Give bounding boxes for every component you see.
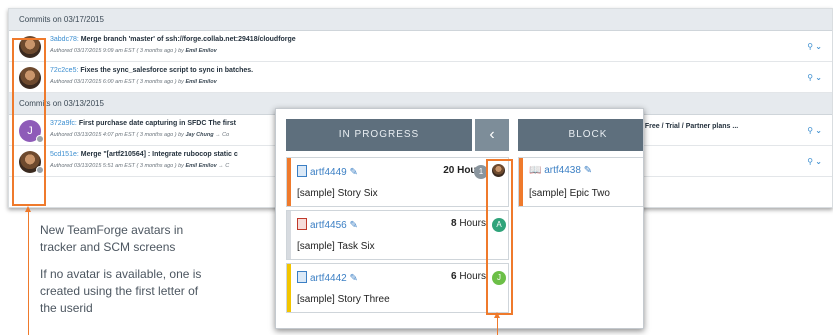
commit-meta-suffix: → C bbox=[218, 163, 230, 169]
commit-message: First purchase date capturing in SFDC Th… bbox=[78, 120, 236, 127]
commit-row[interactable]: 3abdc78: Merge branch 'master' of ssh://… bbox=[9, 31, 832, 62]
story-icon bbox=[297, 165, 307, 177]
hours-value: 6 bbox=[450, 271, 457, 282]
commit-hash-link[interactable]: 5cd151e: bbox=[50, 151, 79, 158]
column-header-blocked[interactable]: BLOCK bbox=[518, 119, 643, 151]
commit-actions[interactable]: ⚲ ⌄ bbox=[807, 42, 822, 51]
pin-icon[interactable]: ⚲ bbox=[807, 42, 813, 51]
card-id-link[interactable]: artf4442 bbox=[310, 273, 347, 284]
annotation-line: tracker and SCM screens bbox=[40, 240, 176, 254]
commit-hash-link[interactable]: 372a9fc: bbox=[50, 120, 77, 127]
day-header: Commits on 03/17/2015 bbox=[9, 9, 832, 31]
annotation-line: If no avatar is available, one is bbox=[40, 267, 202, 281]
commit-author[interactable]: Jay Chung bbox=[185, 132, 213, 138]
card-title[interactable]: [sample] Epic Two bbox=[529, 188, 610, 199]
card-title[interactable]: [sample] Story Six bbox=[297, 188, 378, 199]
commit-actions[interactable]: ⚲ ⌄ bbox=[807, 73, 822, 82]
commit-meta-text: Authored 03/13/2015 4:07 pm EST ( 3 mont… bbox=[50, 132, 184, 138]
commit-meta: Authored 03/13/2015 4:07 pm EST ( 3 mont… bbox=[50, 132, 229, 138]
hours-value: 8 bbox=[450, 218, 457, 229]
book-icon: 📖 bbox=[529, 165, 542, 176]
commit-actions[interactable]: ⚲ ⌄ bbox=[807, 157, 822, 166]
commit-meta: Authored 03/13/2015 5:51 am EST ( 3 mont… bbox=[50, 163, 229, 169]
commit-author[interactable]: Emil Emilov bbox=[185, 48, 216, 54]
hours-value: 20 bbox=[443, 165, 455, 176]
commit-actions[interactable]: ⚲ ⌄ bbox=[807, 126, 822, 135]
avatar-column-highlight bbox=[12, 38, 46, 206]
pencil-icon[interactable]: ✎ bbox=[349, 167, 357, 178]
card-stripe bbox=[287, 211, 291, 259]
commit-title: 72c2ce5: Fixes the sync_salesforce scrip… bbox=[50, 67, 253, 74]
pencil-icon[interactable]: ✎ bbox=[349, 273, 357, 284]
card-stripe bbox=[287, 158, 291, 206]
tracker-card[interactable]: artf4449 ✎ 20 Hours 1 [sample] Story Six bbox=[286, 157, 509, 207]
pin-icon[interactable]: ⚲ bbox=[807, 157, 813, 166]
pin-icon[interactable]: ⚲ bbox=[807, 73, 813, 82]
commit-meta: Authored 03/17/2015 6:00 am EST ( 3 mont… bbox=[50, 79, 217, 85]
callout-arrow-right bbox=[494, 312, 500, 318]
annotation-line: created using the first letter of bbox=[40, 284, 199, 298]
commit-meta-text: Authored 03/13/2015 5:51 am EST ( 3 mont… bbox=[50, 163, 184, 169]
card-hours: 6 Hours bbox=[451, 271, 486, 282]
commit-title: 3abdc78: Merge branch 'master' of ssh://… bbox=[50, 36, 296, 43]
pencil-icon[interactable]: ✎ bbox=[584, 165, 592, 176]
card-id[interactable]: artf4456 ✎ bbox=[297, 218, 358, 231]
annotation-text-1: New TeamForge avatars in tracker and SCM… bbox=[40, 222, 183, 256]
commit-meta-text: Authored 03/17/2015 6:00 am EST ( 3 mont… bbox=[50, 79, 184, 85]
commit-title: 372a9fc: First purchase date capturing i… bbox=[50, 120, 236, 127]
commit-meta: Authored 03/17/2015 9:09 am EST ( 3 mont… bbox=[50, 48, 217, 54]
commit-meta-suffix: → Co bbox=[215, 132, 230, 138]
card-id-link[interactable]: artf4456 bbox=[310, 220, 347, 231]
hours-label: Hours bbox=[459, 218, 486, 229]
commit-hash-link[interactable]: 72c2ce5: bbox=[50, 67, 78, 74]
tracker-card[interactable]: 📖 artf4438 ✎ [sample] Epic Two bbox=[518, 157, 643, 207]
commit-meta-text: Authored 03/17/2015 9:09 am EST ( 3 mont… bbox=[50, 48, 184, 54]
commit-title: 5cd151e: Merge "[artf210564] : Integrate… bbox=[50, 151, 238, 158]
commit-message: Merge branch 'master' of ssh://forge.col… bbox=[80, 36, 296, 43]
card-id[interactable]: artf4442 ✎ bbox=[297, 271, 358, 284]
card-id-link[interactable]: artf4449 bbox=[310, 167, 347, 178]
card-stripe bbox=[287, 264, 291, 312]
callout-line-right bbox=[497, 318, 498, 335]
chevron-down-icon[interactable]: ⌄ bbox=[815, 126, 822, 135]
card-id[interactable]: 📖 artf4438 ✎ bbox=[529, 165, 592, 176]
commit-message: Fixes the sync_salesforce script to sync… bbox=[80, 67, 254, 74]
commit-message: Merge "[artf210564] : Integrate rubocop … bbox=[80, 151, 238, 158]
annotation-line: New TeamForge avatars in bbox=[40, 223, 184, 237]
chevron-down-icon[interactable]: ⌄ bbox=[815, 73, 822, 82]
card-hours: 8 Hours bbox=[451, 218, 486, 229]
commit-author[interactable]: Emil Emilov bbox=[185, 163, 216, 169]
pin-icon[interactable]: ⚲ bbox=[807, 126, 813, 135]
board-avatar-highlight bbox=[486, 159, 513, 315]
card-id-link[interactable]: artf4438 bbox=[544, 165, 581, 176]
commit-row[interactable]: 72c2ce5: Fixes the sync_salesforce scrip… bbox=[9, 62, 832, 93]
commit-hash-link[interactable]: 3abdc78: bbox=[50, 36, 79, 43]
annotation-text-2: If no avatar is available, one is create… bbox=[40, 266, 201, 317]
callout-line-left bbox=[28, 212, 29, 335]
screenshot-stage: Commits on 03/17/2015 3abdc78: Merge bra… bbox=[0, 0, 833, 335]
tracker-card[interactable]: artf4456 ✎ 8 Hours A [sample] Task Six bbox=[286, 210, 509, 260]
tracker-board: IN PROGRESS ‹ BLOCK artf4449 ✎ 20 Hours … bbox=[275, 108, 644, 329]
callout-arrow-left bbox=[25, 206, 31, 212]
annotation-line: the userid bbox=[40, 301, 93, 315]
task-icon bbox=[297, 218, 307, 230]
card-title[interactable]: [sample] Story Three bbox=[297, 294, 390, 305]
collapse-column-button[interactable]: ‹ bbox=[475, 119, 509, 151]
tracker-card[interactable]: artf4442 ✎ 6 Hours J [sample] Story Thre… bbox=[286, 263, 509, 313]
story-icon bbox=[297, 271, 307, 283]
chevron-down-icon[interactable]: ⌄ bbox=[815, 42, 822, 51]
card-id[interactable]: artf4449 ✎ bbox=[297, 165, 358, 178]
commit-author[interactable]: Emil Emilov bbox=[185, 79, 216, 85]
chevron-down-icon[interactable]: ⌄ bbox=[815, 157, 822, 166]
column-header-in-progress[interactable]: IN PROGRESS bbox=[286, 119, 472, 151]
card-title[interactable]: [sample] Task Six bbox=[297, 241, 375, 252]
card-stripe bbox=[519, 158, 523, 206]
hours-label: Hours bbox=[459, 271, 486, 282]
pencil-icon[interactable]: ✎ bbox=[349, 220, 357, 231]
